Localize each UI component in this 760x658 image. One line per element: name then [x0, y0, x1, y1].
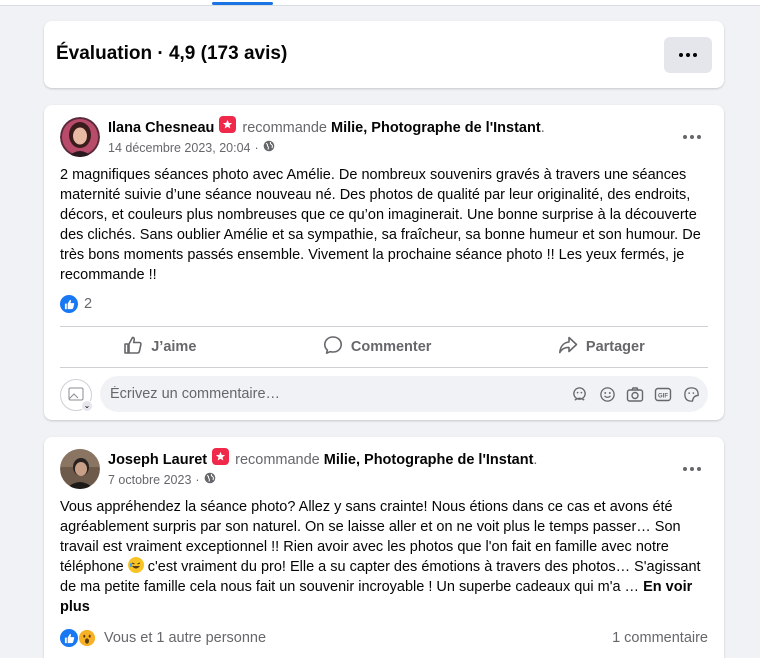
reviews-header-card: Évaluation · 4,9 (173 avis) — [44, 21, 724, 88]
avatar[interactable] — [60, 449, 100, 489]
reactions-left[interactable]: Vous et 1 autre personne — [60, 629, 266, 647]
svg-text:GIF: GIF — [658, 393, 668, 399]
thumbs-up-icon — [123, 335, 143, 359]
author-name[interactable]: Joseph Lauret — [108, 452, 207, 468]
review-post: Ilana Chesneau recommande Milie, Photogr… — [44, 105, 724, 420]
author-name[interactable]: Ilana Chesneau — [108, 120, 214, 136]
author-line: Ilana Chesneau recommande Milie, Photogr… — [108, 116, 545, 136]
like-reaction-icon — [60, 295, 78, 313]
like-label: J’aime — [151, 339, 197, 355]
globe-icon — [263, 140, 275, 155]
comment-tools: GIF — [570, 385, 700, 403]
more-dots-icon — [683, 135, 701, 139]
like-button[interactable]: J’aime — [123, 335, 196, 359]
post-actions: J’aime Commenter Partager — [60, 330, 708, 364]
current-user-avatar[interactable]: ⌄ — [60, 379, 93, 412]
recommend-star-icon — [219, 116, 237, 133]
post-options-button[interactable] — [678, 459, 706, 479]
reviews-title: Évaluation · 4,9 (173 avis) — [56, 43, 288, 64]
emoji-icon[interactable] — [598, 385, 616, 403]
reactions-summary: Vous et 1 autre personne 1 commentaire — [60, 629, 708, 647]
laughing-emoji-icon — [127, 557, 144, 573]
sticker-icon[interactable] — [682, 385, 700, 403]
speech-bubble-icon — [323, 335, 343, 359]
post-text-part: c'est vraiment du pro! Elle a su capter … — [60, 559, 701, 595]
like-reaction-icon — [60, 629, 78, 647]
wow-emoji-icon — [78, 629, 96, 647]
post-date[interactable]: 14 décembre 2023, 20:04 — [108, 141, 250, 155]
post-meta: 7 octobre 2023 · — [108, 472, 216, 487]
more-dots-icon — [679, 53, 697, 57]
comment-composer: ⌄ GIF — [60, 376, 708, 414]
top-nav-bar — [0, 0, 760, 6]
globe-icon — [204, 472, 216, 487]
reactions-summary[interactable]: 2 — [60, 295, 92, 313]
recommends-label: recommande — [235, 451, 320, 468]
comment-button[interactable]: Commenter — [323, 335, 432, 359]
reviews-more-button[interactable] — [664, 37, 712, 73]
share-label: Partager — [585, 339, 645, 355]
share-button[interactable]: Partager — [558, 335, 645, 359]
avatar[interactable] — [60, 117, 100, 157]
recommends-label: recommande — [242, 119, 327, 136]
chevron-down-icon: ⌄ — [81, 400, 93, 412]
author-line: Joseph Lauret recommande Milie, Photogra… — [108, 448, 537, 468]
active-tab-indicator — [212, 2, 273, 5]
reaction-text: Vous et 1 autre personne — [104, 630, 267, 646]
post-text: Vous appréhendez la séance photo? Allez … — [60, 497, 712, 617]
divider — [60, 367, 708, 368]
post-text: 2 magnifiques séances photo avec Amélie.… — [60, 167, 701, 283]
review-post: Joseph Lauret recommande Milie, Photogra… — [44, 437, 724, 658]
page-name-link[interactable]: Milie, Photographe de l'Instant — [324, 452, 534, 468]
post-meta: 14 décembre 2023, 20:04 · — [108, 140, 275, 155]
comment-count-link[interactable]: 1 commentaire — [612, 630, 708, 646]
recommend-star-icon — [212, 448, 230, 465]
reaction-count: 2 — [84, 296, 93, 312]
gif-icon[interactable]: GIF — [654, 385, 672, 403]
avatar-sticker-icon[interactable] — [570, 385, 588, 403]
comment-label: Commenter — [350, 339, 432, 355]
share-arrow-icon — [558, 335, 578, 359]
more-dots-icon — [683, 467, 701, 471]
page-name-link[interactable]: Milie, Photographe de l'Instant — [331, 120, 541, 136]
divider — [60, 326, 708, 327]
post-options-button[interactable] — [678, 127, 706, 147]
post-date[interactable]: 7 octobre 2023 — [108, 473, 191, 487]
camera-icon[interactable] — [626, 385, 644, 403]
